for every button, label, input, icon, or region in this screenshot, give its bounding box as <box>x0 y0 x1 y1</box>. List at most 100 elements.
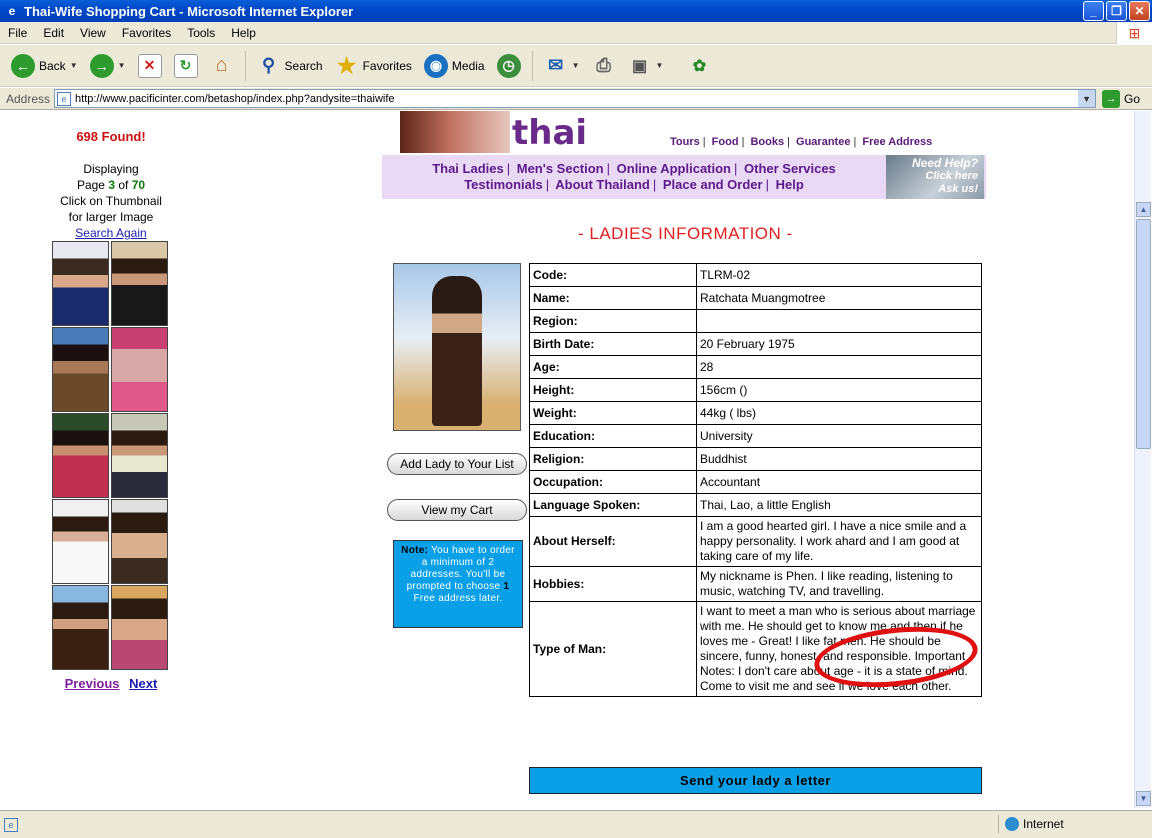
info-value: 156cm () <box>696 378 982 402</box>
nav-help[interactable]: Help <box>776 177 804 192</box>
search-again-link[interactable]: Search Again <box>75 226 146 240</box>
info-value: Buddhist <box>696 447 982 471</box>
nav-place-order[interactable]: Place and Order <box>663 177 763 192</box>
forward-button[interactable]: → ▼ <box>87 52 129 80</box>
thumbnail-9[interactable] <box>52 585 109 670</box>
restore-icon[interactable]: ❐ <box>1106 1 1127 21</box>
nav-mens-section[interactable]: Men's Section <box>517 161 604 176</box>
thumbnail-7[interactable] <box>52 499 109 584</box>
mail-button[interactable]: ✉ ▼ <box>541 52 583 80</box>
home-button[interactable]: ⌂ <box>207 52 237 80</box>
back-button[interactable]: ← Back ▼ <box>8 52 81 80</box>
back-dropdown-icon[interactable]: ▼ <box>70 61 78 70</box>
thumbnail-3[interactable] <box>52 327 109 412</box>
need-help-button[interactable]: Need Help? Click here Ask us! <box>886 155 984 199</box>
menu-favorites[interactable]: Favorites <box>114 26 179 40</box>
previous-link[interactable]: Previous <box>65 676 120 691</box>
favorites-button[interactable]: ★ Favorites <box>332 52 415 80</box>
toplink-free-address[interactable]: Free Address <box>862 136 932 148</box>
help-line3: Ask us! <box>938 183 978 195</box>
messenger-button[interactable]: ✿ <box>684 52 714 80</box>
add-lady-button[interactable]: Add Lady to Your List <box>387 453 527 475</box>
nav-other-services[interactable]: Other Services <box>744 161 836 176</box>
page-icon: e <box>57 91 72 106</box>
toolbar-separator <box>244 50 246 81</box>
toplink-guarantee[interactable]: Guarantee <box>796 136 850 148</box>
click-hint-line1: Click on Thumbnail <box>60 194 162 208</box>
info-key: Weight: <box>529 401 697 425</box>
info-key: Height: <box>529 378 697 402</box>
media-button[interactable]: ◉ Media <box>421 52 488 80</box>
thumbnail-6[interactable] <box>111 413 168 498</box>
thumbnail-4[interactable] <box>111 327 168 412</box>
send-letter-button[interactable]: Send your lady a letter <box>529 767 982 794</box>
info-row: Age: 28 <box>529 355 982 379</box>
zone-label: Internet <box>1023 817 1064 831</box>
thumbnail-1[interactable] <box>52 241 109 326</box>
vertical-scrollbar[interactable]: ▲ ▼ <box>1134 111 1151 808</box>
displaying-label: Displaying <box>83 162 139 176</box>
info-key: Type of Man: <box>529 601 697 697</box>
info-row: Type of Man: I want to meet a man who is … <box>529 601 982 697</box>
nav-online-application[interactable]: Online Application <box>617 161 731 176</box>
status-bar: e Internet <box>0 810 1152 838</box>
thumbnail-2[interactable] <box>111 241 168 326</box>
nav-thai-ladies[interactable]: Thai Ladies <box>432 161 504 176</box>
thumbnail-5[interactable] <box>52 413 109 498</box>
info-value: I am a good hearted girl. I have a nice … <box>696 516 982 567</box>
main-nav: Thai Ladies | Men's Section | Online Appli… <box>382 155 986 199</box>
view-cart-button[interactable]: View my Cart <box>387 499 527 521</box>
print-icon: ⎙ <box>596 55 611 75</box>
info-row: Language Spoken: Thai, Lao, a little Engl… <box>529 493 982 517</box>
info-value: Ratchata Muangmotree <box>696 286 982 310</box>
go-label: Go <box>1124 91 1141 106</box>
nav-testimonials[interactable]: Testimonials <box>464 177 543 192</box>
address-dropdown-icon[interactable]: ▼ <box>1078 90 1096 107</box>
toplink-books[interactable]: Books <box>750 136 784 148</box>
address-input[interactable]: e http://www.pacificinter.com/betashop/i… <box>54 89 1097 108</box>
edit-button[interactable]: ▣ ▼ <box>625 52 667 80</box>
thumbnail-8[interactable] <box>111 499 168 584</box>
edit-dropdown-icon[interactable]: ▼ <box>656 61 664 70</box>
thumbnail-grid <box>52 241 170 670</box>
back-arrow-icon: ← <box>11 53 35 78</box>
menu-file[interactable]: File <box>0 26 35 40</box>
scroll-down-icon[interactable]: ▼ <box>1136 791 1151 806</box>
nav-about-thailand[interactable]: About Thailand <box>555 177 650 192</box>
history-button[interactable]: ◷ <box>494 52 524 80</box>
forward-dropdown-icon[interactable]: ▼ <box>118 61 126 70</box>
scroll-up-icon[interactable]: ▲ <box>1136 202 1151 217</box>
close-icon[interactable]: ✕ <box>1129 1 1150 21</box>
next-link[interactable]: Next <box>129 676 157 691</box>
info-key: Education: <box>529 424 697 448</box>
thumbnail-10[interactable] <box>111 585 168 670</box>
lady-photo[interactable] <box>393 263 521 431</box>
menu-edit[interactable]: Edit <box>35 26 72 40</box>
menu-help[interactable]: Help <box>223 26 264 40</box>
stop-button[interactable]: ✕ <box>135 52 165 80</box>
info-key: Name: <box>529 286 697 310</box>
info-row: Code: TLRM-02 <box>529 263 982 287</box>
help-line2: Click here <box>925 170 978 182</box>
scroll-thumb[interactable] <box>1136 219 1151 449</box>
toplink-food[interactable]: Food <box>712 136 739 148</box>
menu-view[interactable]: View <box>72 26 114 40</box>
print-button[interactable]: ⎙ <box>589 52 619 80</box>
refresh-button[interactable]: ↻ <box>171 52 201 80</box>
search-button[interactable]: ⚲ Search <box>254 52 326 80</box>
top-links: Tours | Food | Books | Guarantee | Free Addr… <box>670 136 933 148</box>
site-logo[interactable]: thai wife <box>400 111 660 193</box>
forward-arrow-icon: → <box>89 53 114 78</box>
mail-dropdown-icon[interactable]: ▼ <box>572 61 580 70</box>
help-line1: Need Help? <box>911 156 978 170</box>
globe-icon <box>1005 817 1019 831</box>
toplink-tours[interactable]: Tours <box>670 136 700 148</box>
minimize-icon[interactable]: _ <box>1083 1 1104 21</box>
menu-tools[interactable]: Tools <box>179 26 223 40</box>
back-label: Back <box>39 58 66 73</box>
discuss-button[interactable] <box>391 64 678 498</box>
favorites-label: Favorites <box>362 58 412 73</box>
info-row: Weight: 44kg ( lbs) <box>529 401 982 425</box>
page-prefix: Page <box>76 178 105 192</box>
go-button[interactable]: → Go <box>1102 89 1141 108</box>
